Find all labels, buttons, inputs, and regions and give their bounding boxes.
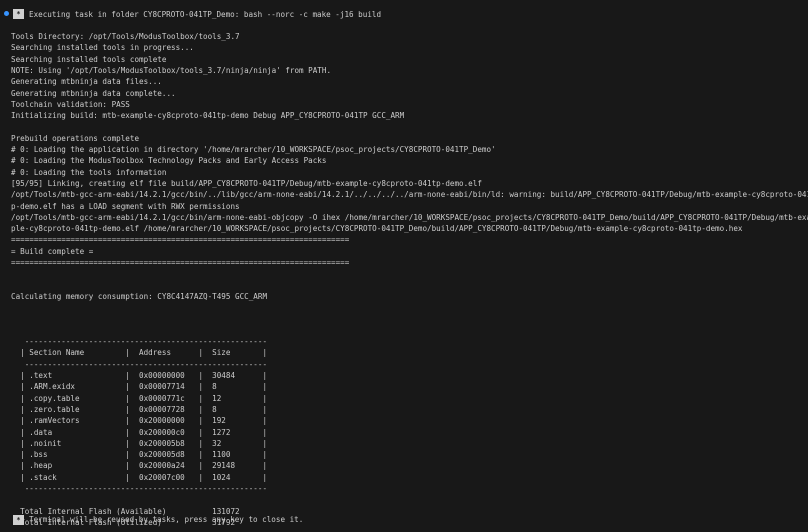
task-icon: * — [13, 9, 24, 19]
terminal-output-line: Calculating memory consumption: CY8C4147… — [11, 291, 268, 301]
terminal-output-line: Prebuild operations complete — [11, 133, 140, 143]
terminal-output-line: | .copy.table | 0x0000771c | 12 | — [11, 393, 268, 403]
footer-icon: * — [13, 515, 24, 525]
terminal-output-line: | .bss | 0x200005d8 | 1100 | — [11, 450, 268, 460]
terminal-output-line: | .heap | 0x20000a24 | 29148 | — [11, 461, 268, 471]
task-header: Executing task in folder CY8CPROTO-041TP… — [29, 10, 382, 19]
terminal-output-line: | .data | 0x200000c0 | 1272 | — [11, 427, 268, 437]
terminal-output-line: | .text | 0x00000000 | 30484 | — [11, 371, 268, 380]
terminal-output-line: ----------------------------------------… — [11, 359, 268, 369]
terminal-output-line: Generating mtbninja data complete... — [11, 88, 176, 98]
terminal-output-line: Initializing build: mtb-example-cy8cprot… — [11, 111, 405, 121]
terminal-output-line: = Build complete = — [11, 246, 94, 256]
terminal-output-line: NOTE: Using '/opt/Tools/ModusToolbox/too… — [11, 65, 332, 75]
terminal-output-line: | .noinit | 0x200005b8 | 32 | — [11, 438, 268, 448]
terminal-output-line: /opt/Tools/mtb-gcc-arm-eabi/14.2.1/gcc/b… — [11, 212, 808, 222]
terminal-output-line: | .ARM.exidx | 0x00007714 | 8 | — [11, 382, 268, 392]
terminal-output-line: | .stack | 0x20007c00 | 1024 | — [11, 472, 268, 482]
terminal-output-line: ========================================… — [11, 235, 350, 245]
terminal-output-line: /opt/Tools/mtb-gcc-arm-eabi/14.2.1/gcc/b… — [11, 190, 808, 200]
terminal-output-line: Searching installed tools complete — [11, 54, 167, 64]
terminal-output-line: Tools Directory: /opt/Tools/ModusToolbox… — [11, 32, 240, 41]
terminal-output-line: ----------------------------------------… — [11, 484, 268, 493]
terminal-output-line: Generating mtbninja data files... — [11, 77, 162, 87]
terminal-output-line: Searching installed tools in progress... — [11, 43, 194, 53]
terminal-output-line: | .zero.table | 0x00007728 | 8 | — [11, 404, 268, 414]
terminal-footer-message: Terminal will be reused by tasks, press … — [29, 515, 304, 524]
terminal-output-line: # 0: Loading the ModusToolbox Technology… — [11, 156, 327, 166]
terminal-output-line: ----------------------------------------… — [11, 337, 268, 347]
terminal-output-line: [95/95] Linking, creating elf file build… — [11, 178, 482, 188]
terminal-output-line: p-demo.elf has a LOAD segment with RWX p… — [11, 201, 240, 211]
terminal-output-line: # 0: Loading the application in director… — [11, 145, 496, 154]
task-status-dot — [4, 11, 9, 16]
terminal-output-line: | Section Name | Address | Size | — [11, 348, 268, 358]
terminal-output-line: ========================================… — [11, 258, 350, 267]
terminal-output-line: | .ramVectors | 0x20000000 | 192 | — [11, 416, 268, 426]
terminal-panel[interactable]: * Executing task in folder CY8CPROTO-041… — [0, 0, 808, 532]
terminal-output-line: Toolchain validation: PASS — [11, 99, 130, 109]
terminal-output-line: ple-cy8cproto-041tp-demo.elf /home/mrarc… — [11, 224, 743, 234]
terminal-output-line: # 0: Loading the tools information — [11, 167, 167, 177]
